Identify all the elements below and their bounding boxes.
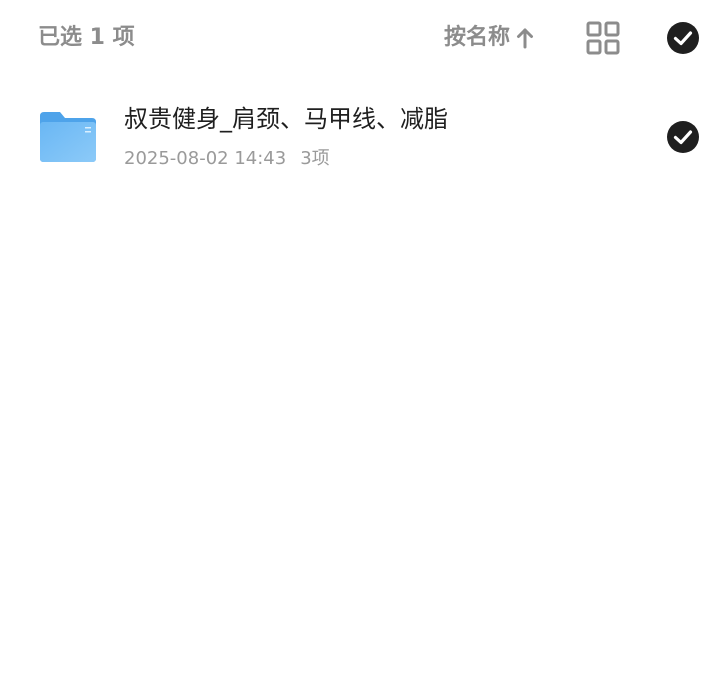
selected-count-label: 已选 1 项 — [38, 25, 135, 50]
item-selected-check-icon[interactable] — [666, 120, 700, 154]
grid-view-icon[interactable] — [585, 20, 621, 56]
arrow-up-icon — [517, 28, 534, 49]
file-date: 2025-08-02 14:43 — [124, 148, 287, 169]
folder-icon — [40, 112, 96, 162]
sort-by-name-button[interactable]: 按名称 — [444, 22, 534, 54]
file-item-count: 3项 — [300, 148, 330, 169]
selection-header: 已选 1 项 按名称 — [0, 0, 714, 76]
select-all-check-icon[interactable] — [666, 21, 700, 55]
sort-label: 按名称 — [444, 25, 511, 50]
file-meta: 2025-08-02 14:43 3项 — [124, 146, 330, 172]
file-name: 叔贵健身_肩颈、马甲线、减脂 — [124, 105, 448, 133]
file-list-item[interactable]: 叔贵健身_肩颈、马甲线、减脂 2025-08-02 14:43 3项 — [0, 96, 714, 180]
